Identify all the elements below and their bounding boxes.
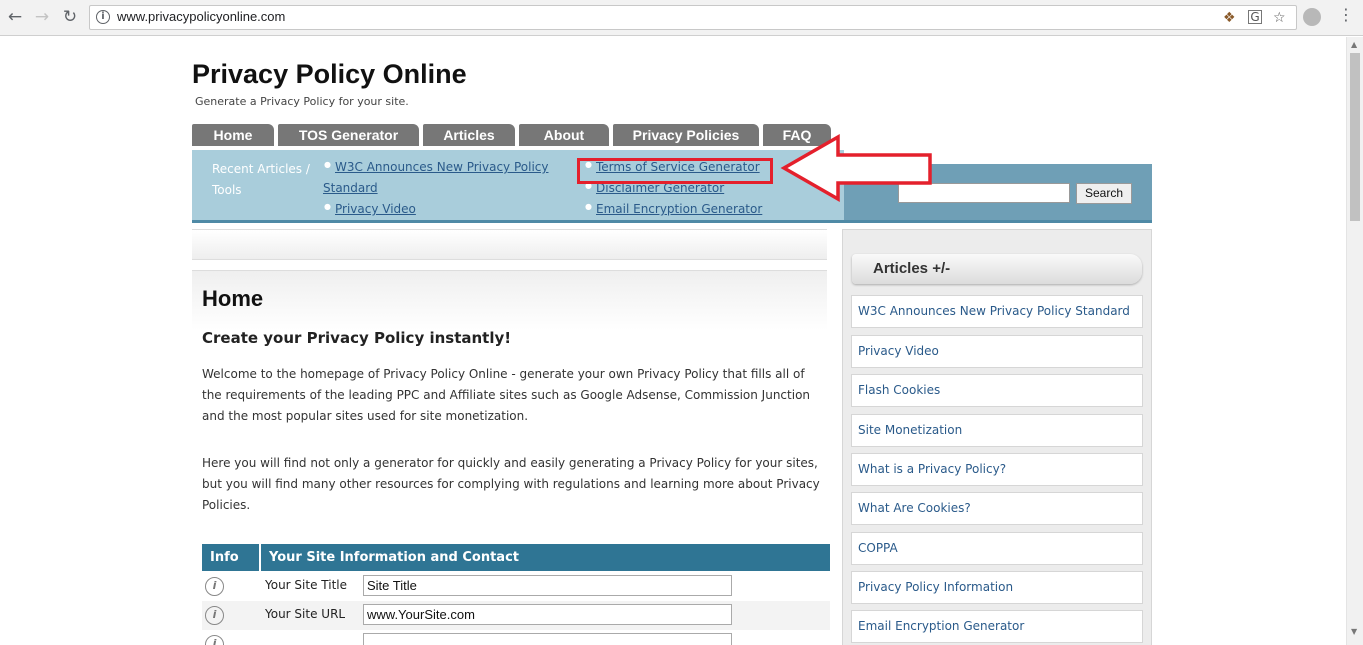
sidebar-item-flash-cookies[interactable]: Flash Cookies [851, 374, 1143, 407]
tab-home[interactable]: Home [192, 124, 274, 146]
recent-link-w3c[interactable]: W3C Announces New Privacy Policy Standar… [323, 157, 553, 199]
reload-icon[interactable]: ↻ [59, 6, 81, 28]
tab-about[interactable]: About [519, 124, 609, 146]
form-field[interactable] [363, 633, 732, 645]
table-row: i Your Site URL www.YourSite.com [202, 601, 830, 630]
table-row: i Your Site Title Site Title [202, 572, 830, 601]
translate-icon[interactable]: G [1248, 10, 1262, 24]
bullet-icon: ● [585, 202, 592, 211]
tab-tos-generator[interactable]: TOS Generator [278, 124, 419, 146]
intro-paragraph: Welcome to the homepage of Privacy Polic… [202, 367, 811, 423]
menu-icon[interactable]: ⋮ [1338, 5, 1354, 24]
sidebar-item-coppa[interactable]: COPPA [851, 532, 1143, 565]
search-button[interactable]: Search [1076, 183, 1132, 204]
puzzle-extension-icon[interactable]: ❖ [1223, 10, 1236, 26]
scroll-up-icon[interactable]: ▲ [1351, 40, 1357, 49]
tab-articles[interactable]: Articles [423, 124, 515, 146]
sidebar-item-email-encryption[interactable]: Email Encryption Generator [851, 610, 1143, 643]
site-tagline: Generate a Privacy Policy for your site. [195, 95, 409, 108]
page-subtitle: Create your Privacy Policy instantly! [202, 329, 512, 347]
site-url-label: Your Site URL [265, 607, 346, 621]
tab-privacy-policies[interactable]: Privacy Policies [613, 124, 759, 146]
back-icon[interactable]: ← [4, 6, 26, 28]
table-header: Info Your Site Information and Contact [202, 544, 830, 571]
sidebar-item-what-are-cookies[interactable]: What Are Cookies? [851, 492, 1143, 525]
sidebar-item-site-monetization[interactable]: Site Monetization [851, 414, 1143, 447]
site-url-field[interactable]: www.YourSite.com [363, 604, 732, 625]
forward-icon[interactable]: → [31, 6, 53, 28]
recent-link-email-encryption[interactable]: Email Encryption Generator [596, 199, 762, 220]
recent-articles-label: Recent Articles / Tools [212, 162, 310, 197]
page-viewport: Privacy Policy Online Generate a Privacy… [0, 37, 1346, 645]
info-icon[interactable]: i [205, 635, 224, 645]
column-header-site-info: Your Site Information and Contact [269, 550, 520, 565]
info-icon[interactable]: i [205, 606, 224, 625]
sidebar-item-what-is-privacy-policy[interactable]: What is a Privacy Policy? [851, 453, 1143, 486]
annotation-arrow-icon [780, 133, 932, 203]
vertical-scrollbar[interactable]: ▲ ▼ [1346, 37, 1363, 645]
sidebar-item-privacy-video[interactable]: Privacy Video [851, 335, 1143, 368]
recent-link-privacy-video[interactable]: Privacy Video [335, 199, 416, 220]
divider [192, 220, 1152, 223]
info-icon[interactable]: i [96, 10, 110, 24]
site-title[interactable]: Privacy Policy Online [192, 59, 467, 90]
bookmark-star-icon[interactable]: ☆ [1273, 10, 1286, 26]
site-title-field[interactable]: Site Title [363, 575, 732, 596]
sidebar-heading[interactable]: Articles +/- [852, 254, 1142, 284]
page-title: Home [202, 286, 264, 311]
main-nav: Home TOS Generator Articles About Privac… [192, 124, 835, 146]
column-header-info: Info [204, 544, 261, 571]
address-url[interactable]: www.privacypolicyonline.com [117, 9, 285, 24]
scroll-down-icon[interactable]: ▼ [1351, 627, 1357, 636]
sidebar-item-w3c[interactable]: W3C Announces New Privacy Policy Standar… [851, 295, 1143, 328]
table-row: i [202, 630, 830, 645]
bullet-icon: ● [324, 202, 331, 211]
browser-toolbar: ← → ↻ i www.privacypolicyonline.com ❖ G … [0, 0, 1363, 36]
site-title-label: Your Site Title [265, 578, 348, 592]
resources-paragraph: Here you will find not only a generator … [202, 456, 820, 512]
sidebar-item-privacy-policy-info[interactable]: Privacy Policy Information [851, 571, 1143, 604]
content-header [192, 270, 827, 330]
scroll-thumb[interactable] [1350, 53, 1360, 221]
address-bar[interactable]: i www.privacypolicyonline.com ❖ G ☆ [89, 5, 1297, 30]
info-icon[interactable]: i [205, 577, 224, 596]
breadcrumb-bar [192, 229, 827, 260]
annotation-highlight-box [577, 158, 773, 184]
extension-icon[interactable] [1303, 8, 1321, 26]
